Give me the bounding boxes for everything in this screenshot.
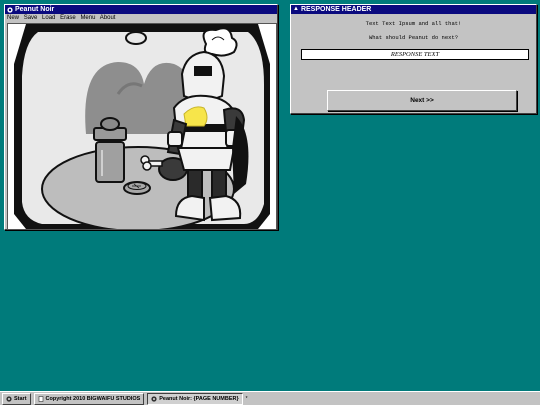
window-icon (7, 6, 13, 13)
response-body-text: Text Text Ipsum and all that! (365, 20, 462, 27)
taskbar: Start Copyright 2010 BIGWAIFU STUDIOS Pe… (0, 391, 540, 405)
menu-about[interactable]: About (100, 15, 116, 21)
response-window-title: RESPONSE HEADER (300, 6, 372, 13)
document-icon (38, 395, 43, 402)
response-window-titlebar[interactable]: ▲ RESPONSE HEADER (291, 5, 536, 14)
game-window: Peanut Noir New Save Load Erase Menu Abo… (4, 4, 278, 230)
coin (123, 181, 151, 195)
response-body: Text Text Ipsum and all that! What shoul… (293, 16, 534, 111)
peanut-noir-task-button[interactable]: Peanut Noir: {PAGE NUMBER} (147, 392, 243, 405)
menu-save[interactable]: Save (24, 15, 38, 21)
window-task-icon (151, 395, 157, 402)
copyright-task-button[interactable]: Copyright 2010 BIGWAIFU STUDIOS (33, 392, 145, 405)
menu-bar: New Save Load Erase Menu About (5, 14, 277, 22)
menu-new[interactable]: New (7, 15, 19, 21)
response-prompt: What should Peanut do next? (368, 34, 459, 41)
response-window: ▲ RESPONSE HEADER Text Text Ipsum and al… (290, 4, 537, 114)
response-input[interactable]: RESPONSE TEXT (301, 49, 529, 60)
jar (93, 117, 127, 183)
menu-erase[interactable]: Erase (60, 15, 76, 21)
game-window-titlebar[interactable]: Peanut Noir (5, 5, 277, 14)
tray-indicator: * (245, 395, 248, 402)
menu-load[interactable]: Load (42, 15, 55, 21)
start-label: Start (14, 395, 27, 402)
start-icon (6, 395, 12, 402)
menu-menu[interactable]: Menu (80, 15, 95, 21)
copyright-label: Copyright 2010 BIGWAIFU STUDIOS (45, 395, 141, 402)
next-button[interactable]: Next >> (327, 90, 517, 111)
window-task-label: Peanut Noir: {PAGE NUMBER} (159, 395, 239, 402)
collapse-icon[interactable]: ▲ (293, 5, 299, 14)
game-window-title: Peanut Noir (15, 6, 55, 13)
scene-illustration (8, 24, 276, 229)
game-scene[interactable] (7, 23, 277, 230)
start-button[interactable]: Start (2, 392, 31, 405)
